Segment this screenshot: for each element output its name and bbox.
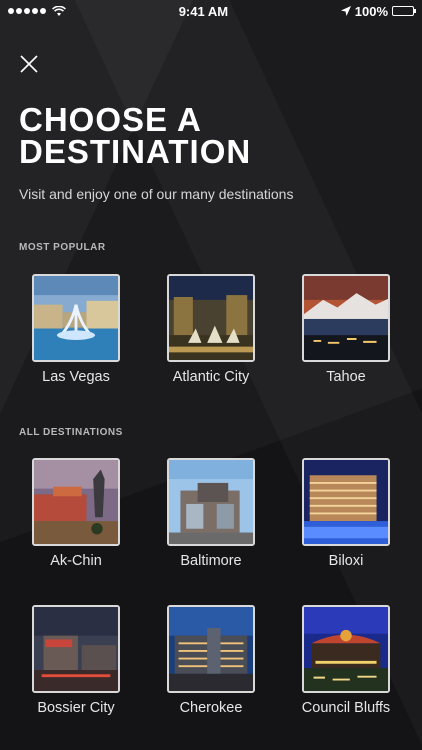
status-left: [8, 5, 66, 17]
destination-tile-biloxi[interactable]: Biloxi: [279, 458, 413, 568]
battery-percent: 100%: [354, 3, 388, 19]
destination-tile-council-bluffs[interactable]: Council Bluffs: [279, 605, 413, 715]
destination-tile-las-vegas[interactable]: Las Vegas: [9, 274, 143, 384]
location-arrow-icon: [340, 6, 351, 16]
destination-label: Atlantic City: [172, 369, 250, 385]
page-subtitle: Visit and enjoy one of our many destinat…: [19, 186, 294, 202]
destination-label: Biloxi: [328, 553, 364, 569]
status-time: 9:41 AM: [178, 3, 229, 19]
destination-tile-ak-chin[interactable]: Ak-Chin: [9, 458, 143, 568]
destination-tile-cherokee[interactable]: Cherokee: [144, 605, 278, 715]
destination-label: Ak-Chin: [50, 553, 102, 569]
destination-tile-bossier-city[interactable]: Bossier City: [9, 605, 143, 715]
signal-dots-icon: [8, 8, 46, 14]
destination-label: Baltimore: [180, 553, 242, 569]
destination-label: Tahoe: [326, 369, 366, 385]
destination-image-biloxi: [302, 458, 390, 546]
destination-image-ak-chin: [32, 458, 120, 546]
destination-tile-atlantic-city[interactable]: Atlantic City: [144, 274, 278, 384]
destination-label: Council Bluffs: [301, 700, 391, 716]
destination-image-las-vegas: [32, 274, 120, 362]
status-right: 100%: [340, 3, 416, 19]
wifi-icon: [52, 5, 66, 16]
section-label-most-popular: MOST POPULAR: [19, 242, 106, 253]
page-title: CHOOSE A DESTINATION: [19, 101, 252, 170]
status-bar: 9:41 AM 100%: [0, 0, 422, 22]
close-icon: [20, 55, 38, 73]
destination-image-atlantic-city: [167, 274, 255, 362]
destination-image-council-bluffs: [302, 605, 390, 693]
destination-image-bossier-city: [32, 605, 120, 693]
destination-label: Cherokee: [179, 700, 243, 716]
destination-image-cherokee: [167, 605, 255, 693]
destination-label: Bossier City: [37, 700, 115, 716]
destination-image-baltimore: [167, 458, 255, 546]
destination-tile-tahoe[interactable]: Tahoe: [279, 274, 413, 384]
section-label-all-destinations: ALL DESTINATIONS: [19, 427, 123, 438]
battery-icon: [392, 6, 416, 16]
destination-label: Las Vegas: [42, 369, 110, 385]
destination-tile-baltimore[interactable]: Baltimore: [144, 458, 278, 568]
close-button[interactable]: [18, 53, 40, 75]
destination-image-tahoe: [302, 274, 390, 362]
